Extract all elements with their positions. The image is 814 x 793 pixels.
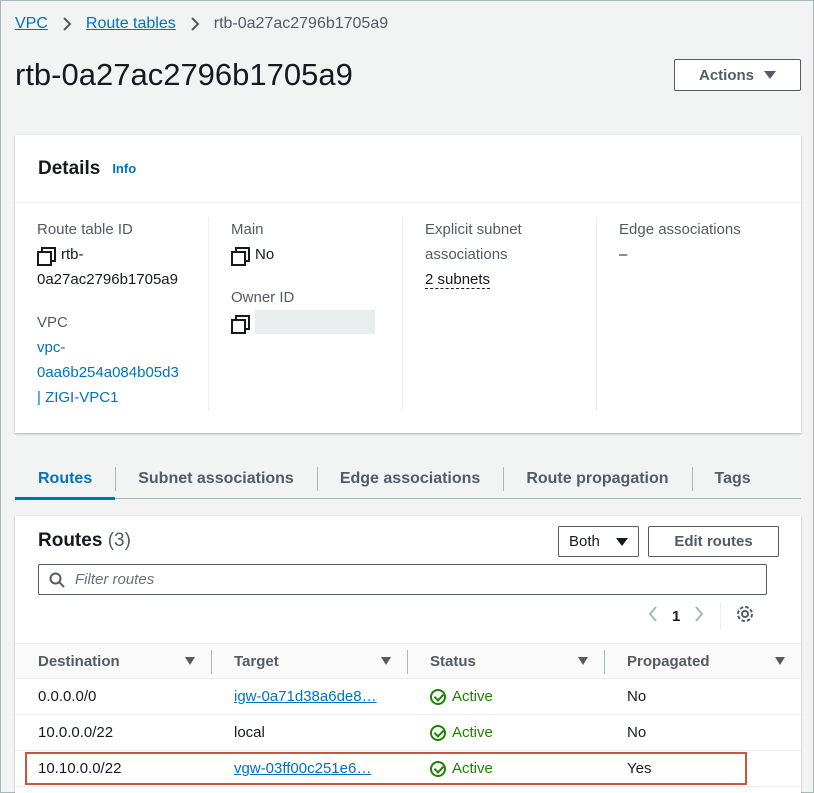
- pagination: 1: [648, 602, 755, 630]
- table-row: 10.10.0.0/22 vgw-03ff00c251e6… Active Ye…: [15, 751, 801, 787]
- details-col-edge: Edge associations –: [597, 217, 791, 411]
- routes-panel: Routes (3) Both Edit routes 1: [15, 516, 801, 793]
- route-table-id-part1: rtb-: [61, 246, 84, 263]
- cell-target: local: [234, 724, 265, 741]
- cell-propagated: Yes: [627, 760, 652, 777]
- column-header-label: Destination: [38, 652, 120, 670]
- subnets-count-link[interactable]: 2 subnets: [425, 271, 491, 289]
- edit-routes-button[interactable]: Edit routes: [648, 526, 779, 557]
- details-col-route-table: Route table ID rtb- 0a27ac2796b1705a9 VP…: [15, 217, 209, 411]
- pager-divider: [720, 603, 722, 629]
- tab-edge-associations[interactable]: Edge associations: [316, 459, 504, 499]
- breadcrumb-vpc-link[interactable]: VPC: [15, 15, 48, 33]
- status-text: Active: [452, 724, 493, 741]
- status-text: Active: [452, 760, 493, 777]
- owner-id-label: Owner ID: [231, 289, 295, 306]
- details-col-main: Main No Owner ID: [209, 217, 403, 411]
- status-text: Active: [452, 688, 493, 705]
- routes-table: Destination Target Status Propagated 0.0…: [15, 643, 801, 787]
- tab-route-propagation[interactable]: Route propagation: [503, 459, 691, 499]
- filter-routes-input[interactable]: [75, 571, 725, 588]
- vpc-label: VPC: [37, 314, 68, 331]
- column-header-target[interactable]: Target: [211, 644, 407, 678]
- search-icon: [49, 572, 65, 588]
- explicit-subnet-label-line2: associations: [425, 246, 508, 263]
- cell-propagated: No: [627, 724, 647, 741]
- cell-destination: 10.10.0.0/22: [38, 760, 122, 777]
- copy-icon[interactable]: [231, 315, 250, 334]
- details-col-subnets: Explicit subnet associations 2 subnets: [403, 217, 597, 411]
- routes-count: (3): [107, 530, 131, 551]
- caret-down-icon: [615, 537, 628, 546]
- previous-page-icon[interactable]: [648, 605, 658, 627]
- tab-routes[interactable]: Routes: [15, 459, 116, 500]
- cell-propagated: No: [627, 688, 647, 705]
- actions-button[interactable]: Actions: [674, 59, 801, 91]
- main-label: Main: [231, 221, 264, 238]
- sort-icon: [578, 657, 588, 665]
- route-table-id-label: Route table ID: [37, 221, 133, 238]
- column-header-destination[interactable]: Destination: [15, 644, 211, 678]
- breadcrumb-current: rtb-0a27ac2796b1705a9: [213, 15, 389, 32]
- table-row: 10.0.0.0/22 local Active No: [15, 715, 801, 751]
- page-title: rtb-0a27ac2796b1705a9: [15, 57, 353, 92]
- route-filter-select[interactable]: Both: [558, 526, 639, 557]
- chevron-right-icon: [190, 17, 200, 31]
- details-title: Details: [38, 157, 101, 179]
- edge-associations-label: Edge associations: [619, 221, 741, 238]
- check-circle-icon: [430, 760, 446, 777]
- table-row: 0.0.0.0/0 igw-0a71d38a6de8… Active No: [15, 679, 801, 715]
- cell-destination: 10.0.0.0/22: [38, 724, 114, 741]
- cell-status: Active: [407, 724, 604, 741]
- caret-down-icon: [764, 71, 776, 79]
- explicit-subnet-label-line1: Explicit subnet: [425, 221, 522, 238]
- edge-associations-value: –: [619, 246, 628, 263]
- column-header-label: Status: [430, 652, 476, 670]
- check-circle-icon: [430, 724, 446, 741]
- chevron-right-icon: [62, 17, 72, 31]
- route-table-id-part2: 0a27ac2796b1705a9: [37, 271, 178, 288]
- sort-icon: [381, 657, 391, 665]
- current-page[interactable]: 1: [672, 608, 680, 625]
- actions-label: Actions: [698, 66, 754, 84]
- cell-destination: 0.0.0.0/0: [38, 688, 97, 705]
- tab-bar: Routes Subnet associations Edge associat…: [15, 459, 801, 500]
- cell-status: Active: [407, 688, 604, 705]
- filter-routes-field[interactable]: [38, 564, 767, 595]
- main-value-text: No: [255, 246, 275, 263]
- settings-gear-icon[interactable]: [735, 604, 755, 628]
- info-link[interactable]: Info: [112, 161, 136, 176]
- copy-icon[interactable]: [231, 247, 250, 266]
- vpc-link-line1[interactable]: vpc-: [37, 335, 208, 360]
- copy-icon[interactable]: [37, 247, 56, 266]
- breadcrumb-route-tables-link[interactable]: Route tables: [86, 15, 176, 33]
- vpc-link-line2[interactable]: 0aa6b254a084b05d3: [37, 360, 208, 385]
- sort-icon: [775, 657, 785, 665]
- next-page-icon[interactable]: [694, 605, 704, 627]
- routes-title-text: Routes: [38, 530, 103, 551]
- owner-id-redacted: [255, 310, 375, 334]
- route-filter-select-value: Both: [569, 533, 600, 550]
- table-header: Destination Target Status Propagated: [15, 643, 801, 679]
- breadcrumb: VPC Route tables rtb-0a27ac2796b1705a9: [15, 15, 388, 33]
- tab-subnet-associations[interactable]: Subnet associations: [115, 459, 317, 499]
- vpc-link-line3[interactable]: | ZIGI-VPC1: [37, 385, 208, 410]
- routes-title: Routes (3): [38, 530, 131, 552]
- main-value: No: [231, 242, 402, 267]
- owner-id-value: [231, 310, 402, 334]
- column-header-label: Target: [234, 652, 279, 670]
- route-table-id-value: rtb-: [37, 242, 208, 267]
- details-panel: Details Info Route table ID rtb- 0a27ac2…: [15, 135, 801, 433]
- check-circle-icon: [430, 688, 446, 705]
- column-header-propagated[interactable]: Propagated: [604, 644, 801, 678]
- cell-target-link[interactable]: igw-0a71d38a6de8…: [234, 688, 377, 705]
- cell-status: Active: [407, 760, 604, 777]
- details-header: Details Info: [15, 135, 801, 203]
- column-header-status[interactable]: Status: [407, 644, 604, 678]
- sort-icon: [185, 657, 195, 665]
- cell-target-link[interactable]: vgw-03ff00c251e6…: [234, 760, 371, 777]
- column-header-label: Propagated: [627, 652, 710, 670]
- tab-tags[interactable]: Tags: [691, 459, 774, 499]
